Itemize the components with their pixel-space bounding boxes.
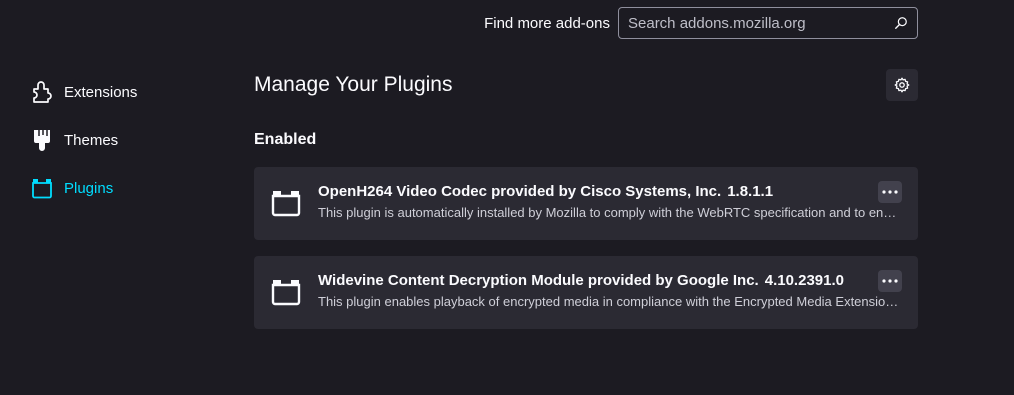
gear-icon	[894, 77, 910, 93]
more-options-icon	[882, 190, 898, 194]
plugin-name-text[interactable]: Widevine Content Decryption Module provi…	[318, 272, 759, 289]
page-title: Manage Your Plugins	[254, 73, 453, 96]
plugin-name[interactable]: Widevine Content Decryption Module provi…	[318, 271, 902, 291]
main-content: Manage Your Plugins Enabled OpenH264 Vid…	[254, 66, 918, 329]
sidebar-item-label: Plugins	[64, 179, 114, 197]
sidebar-item-extensions[interactable]: Extensions	[31, 68, 137, 116]
settings-button[interactable]	[886, 69, 918, 101]
sidebar-item-label: Themes	[64, 131, 119, 149]
top-bar: Find more add-ons	[484, 7, 918, 39]
plugin-name-text[interactable]: OpenH264 Video Codec provided by Cisco S…	[318, 183, 721, 200]
sidebar-item-themes[interactable]: Themes	[31, 116, 137, 164]
plugin-icon	[271, 280, 301, 306]
more-options-button[interactable]	[878, 270, 902, 292]
paintbrush-icon	[31, 128, 53, 152]
sidebar-item-label: Extensions	[64, 83, 138, 101]
more-options-button[interactable]	[878, 181, 902, 203]
category-sidebar: Extensions Themes Plugins	[31, 68, 137, 212]
plugin-card-widevine[interactable]: Widevine Content Decryption Module provi…	[254, 256, 918, 329]
puzzle-piece-icon	[31, 80, 53, 104]
plugin-icon	[271, 191, 301, 217]
find-more-label: Find more add-ons	[484, 14, 610, 32]
search-icon[interactable]	[894, 16, 908, 30]
plugin-icon	[31, 176, 53, 200]
addons-manager-page: Find more add-ons Extensions	[0, 0, 1014, 395]
plugin-card-openh264[interactable]: OpenH264 Video Codec provided by Cisco S…	[254, 167, 918, 240]
search-box[interactable]	[618, 7, 918, 39]
plugin-name[interactable]: OpenH264 Video Codec provided by Cisco S…	[318, 182, 902, 202]
sidebar-item-plugins[interactable]: Plugins	[31, 164, 137, 212]
main-header: Manage Your Plugins	[254, 66, 918, 104]
search-input[interactable]	[619, 8, 917, 38]
section-heading-enabled: Enabled	[254, 131, 317, 148]
more-options-icon	[882, 279, 898, 283]
plugin-version: 1.8.1.1	[727, 183, 774, 200]
plugin-version: 4.10.2391.0	[764, 272, 844, 289]
plugin-description: This plugin is automatically installed b…	[318, 205, 902, 220]
plugin-description: This plugin enables playback of encrypte…	[318, 294, 902, 309]
